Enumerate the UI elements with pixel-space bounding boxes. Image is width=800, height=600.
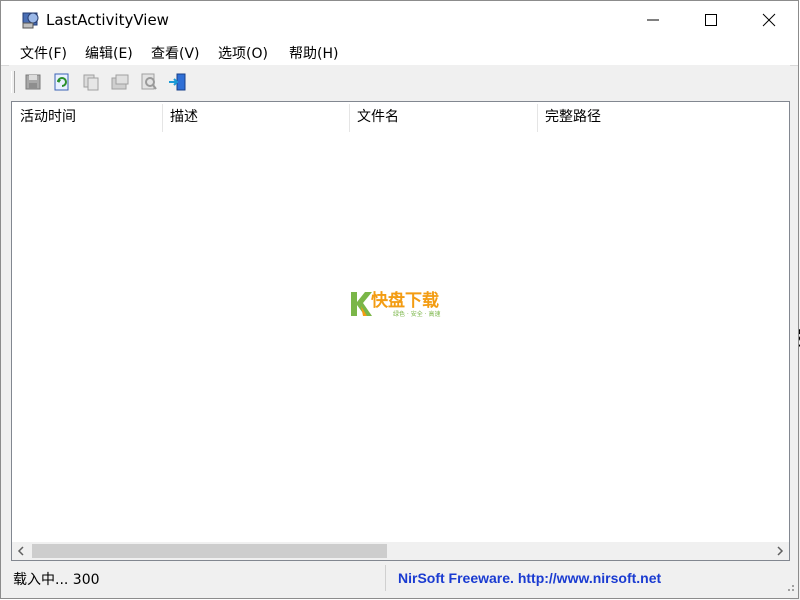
column-header-full-path[interactable]: 完整路径 xyxy=(537,102,787,132)
activity-list[interactable]: 活动时间 描述 文件名 完整路径 快盘下载 绿色 · 安全 · 高速 xyxy=(11,101,790,561)
maximize-button[interactable] xyxy=(682,1,740,39)
copy-icon[interactable] xyxy=(81,72,101,92)
watermark-text: 快盘下载 xyxy=(371,290,439,311)
menu-edit[interactable]: 编辑(E) xyxy=(85,43,133,63)
window-title: LastActivityView xyxy=(46,11,169,29)
properties-icon[interactable] xyxy=(110,72,130,92)
maximize-icon xyxy=(705,14,717,26)
toolbar-grip[interactable] xyxy=(11,71,15,93)
title-bar[interactable]: LastActivityView xyxy=(1,1,798,39)
watermark-logo: 快盘下载 绿色 · 安全 · 高速 xyxy=(351,290,440,318)
list-header: 活动时间 描述 文件名 完整路径 xyxy=(12,102,789,132)
app-icon xyxy=(22,12,39,29)
menu-view[interactable]: 查看(V) xyxy=(151,43,200,63)
refresh-icon[interactable] xyxy=(52,72,72,92)
find-icon[interactable] xyxy=(139,72,159,92)
column-header-description[interactable]: 描述 xyxy=(162,102,349,132)
scroll-right-icon[interactable] xyxy=(775,546,785,556)
scroll-left-icon[interactable] xyxy=(16,546,26,556)
menu-file[interactable]: 文件(F) xyxy=(20,43,67,63)
status-bar: 载入中... 300 NirSoft Freeware. http://www.… xyxy=(1,563,798,593)
close-icon xyxy=(762,13,776,27)
horizontal-scrollbar[interactable] xyxy=(12,542,789,560)
menu-options[interactable]: 选项(O) xyxy=(218,43,268,63)
menu-bar: 文件(F) 编辑(E) 查看(V) 选项(O) 帮助(H) xyxy=(1,39,798,66)
exit-icon[interactable] xyxy=(168,72,188,92)
minimize-button[interactable] xyxy=(624,1,682,39)
column-header-activity-time[interactable]: 活动时间 xyxy=(12,102,162,132)
resize-grip-icon[interactable] xyxy=(782,579,796,593)
menu-help[interactable]: 帮助(H) xyxy=(289,43,338,63)
status-loading-text: 载入中... 300 xyxy=(13,572,100,588)
minimize-icon xyxy=(647,19,659,21)
column-header-filename[interactable]: 文件名 xyxy=(349,102,537,132)
app-window: LastActivityView 文件(F) 编辑(E) 查看(V) 选项(O)… xyxy=(0,0,799,599)
watermark-subtext: 绿色 · 安全 · 高速 xyxy=(393,310,440,318)
close-button[interactable] xyxy=(740,1,798,39)
scroll-thumb[interactable] xyxy=(32,544,387,558)
save-icon[interactable] xyxy=(23,72,43,92)
nirsoft-link[interactable]: NirSoft Freeware. http://www.nirsoft.net xyxy=(385,565,765,591)
toolbar xyxy=(9,65,790,99)
